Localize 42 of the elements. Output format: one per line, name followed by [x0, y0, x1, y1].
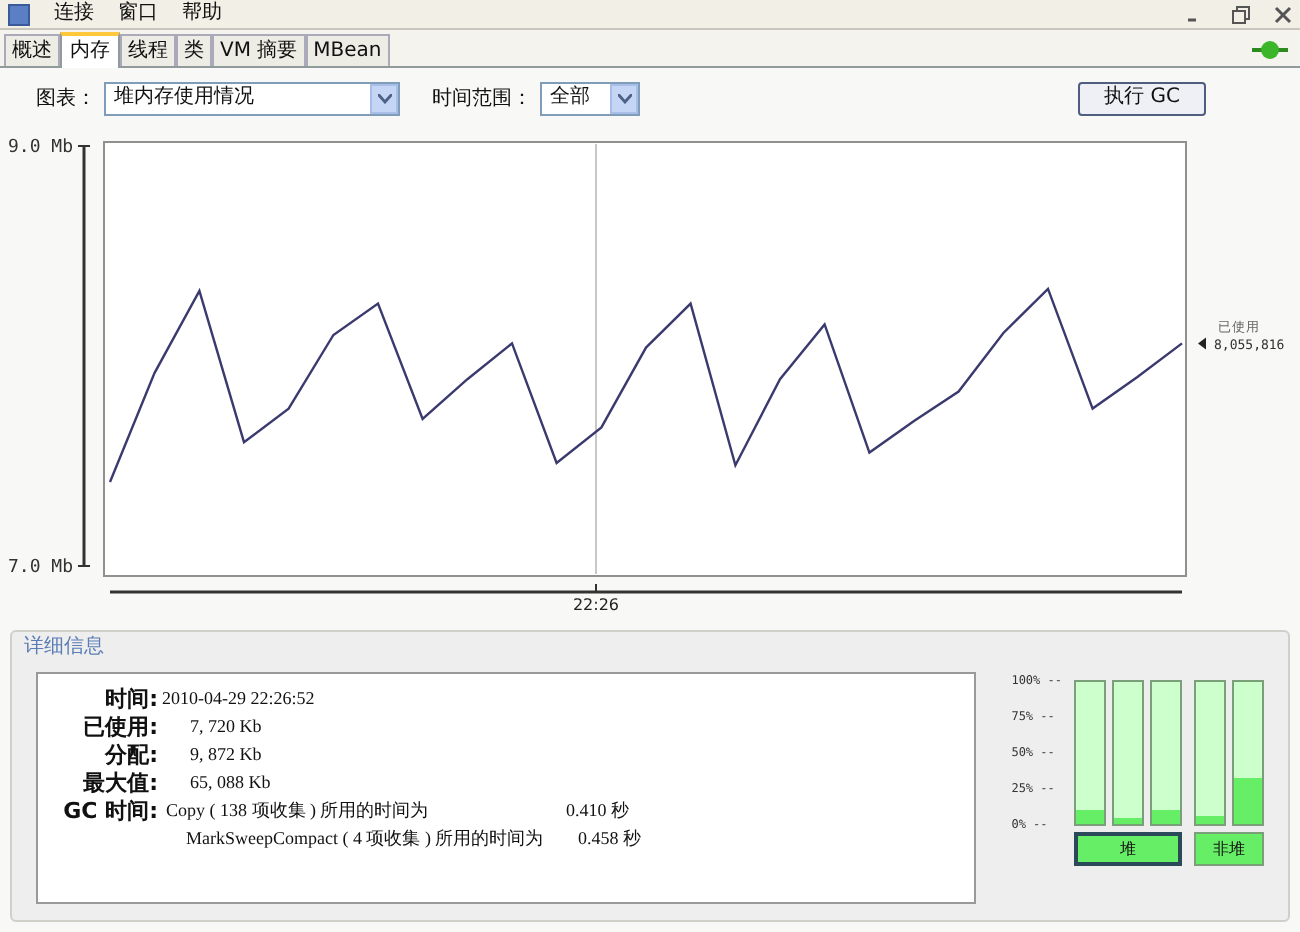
detail-label: GC 时间:	[61, 800, 158, 822]
range-dropdown[interactable]: 全部	[540, 81, 640, 115]
range-label: 时间范围：	[432, 85, 532, 113]
tab[interactable]: 内存	[60, 32, 120, 68]
tab[interactable]: 概述	[4, 34, 60, 66]
detail-label: 分配:	[103, 744, 158, 766]
y-tick-label: 9.0 Mb	[8, 138, 74, 158]
chart-label: 图表：	[36, 85, 96, 113]
menu-item[interactable]: 窗口	[118, 4, 158, 24]
menu-item[interactable]: 帮助	[182, 4, 222, 24]
menu-item[interactable]: 连接	[54, 4, 94, 24]
detail-value: 7, 720 Kb	[190, 713, 262, 740]
tab[interactable]: VM 摘要	[212, 34, 306, 66]
detail-label: 时间:	[103, 688, 158, 710]
pool-bar[interactable]	[1074, 680, 1106, 826]
tab[interactable]: 线程	[120, 34, 176, 66]
pool-bar[interactable]	[1150, 680, 1182, 826]
detail-value: 9, 872 Kb	[190, 741, 262, 768]
marker-icon	[1198, 337, 1206, 350]
gc-collector: MarkSweepCompact ( 4 项收集 ) 所用的时间为	[186, 825, 546, 852]
pool-bar[interactable]	[1112, 680, 1144, 826]
panel-title: 详细信息	[22, 633, 106, 660]
gc-collector: Copy ( 138 项收集 ) 所用的时间为	[166, 797, 431, 824]
tab[interactable]: MBean	[305, 34, 390, 66]
y-tick-label: 7.0 Mb	[8, 558, 74, 578]
detail-label: 已使用:	[81, 716, 158, 738]
detail-label: 最大值:	[81, 772, 158, 794]
gc-button[interactable]: 执行 GC	[1078, 81, 1206, 115]
detail-value: 2010-04-29 22:26:52	[162, 685, 315, 712]
detail-value: 65, 088 Kb	[190, 769, 271, 796]
restore-icon[interactable]	[1232, 5, 1250, 23]
pool-button[interactable]: 堆	[1074, 832, 1182, 866]
chart-dropdown[interactable]: 堆内存使用情况	[104, 81, 400, 115]
pool-bar[interactable]	[1232, 680, 1264, 826]
pool-bar[interactable]	[1194, 680, 1226, 826]
pool-button[interactable]: 非堆	[1194, 832, 1264, 866]
time-label: 22:26	[572, 596, 620, 614]
gc-time: 0.410 秒	[566, 797, 629, 824]
close-icon[interactable]	[1274, 5, 1292, 23]
connection-icon	[1252, 40, 1288, 60]
gc-time: 0.458 秒	[578, 825, 641, 852]
tab[interactable]: 类	[176, 34, 212, 66]
